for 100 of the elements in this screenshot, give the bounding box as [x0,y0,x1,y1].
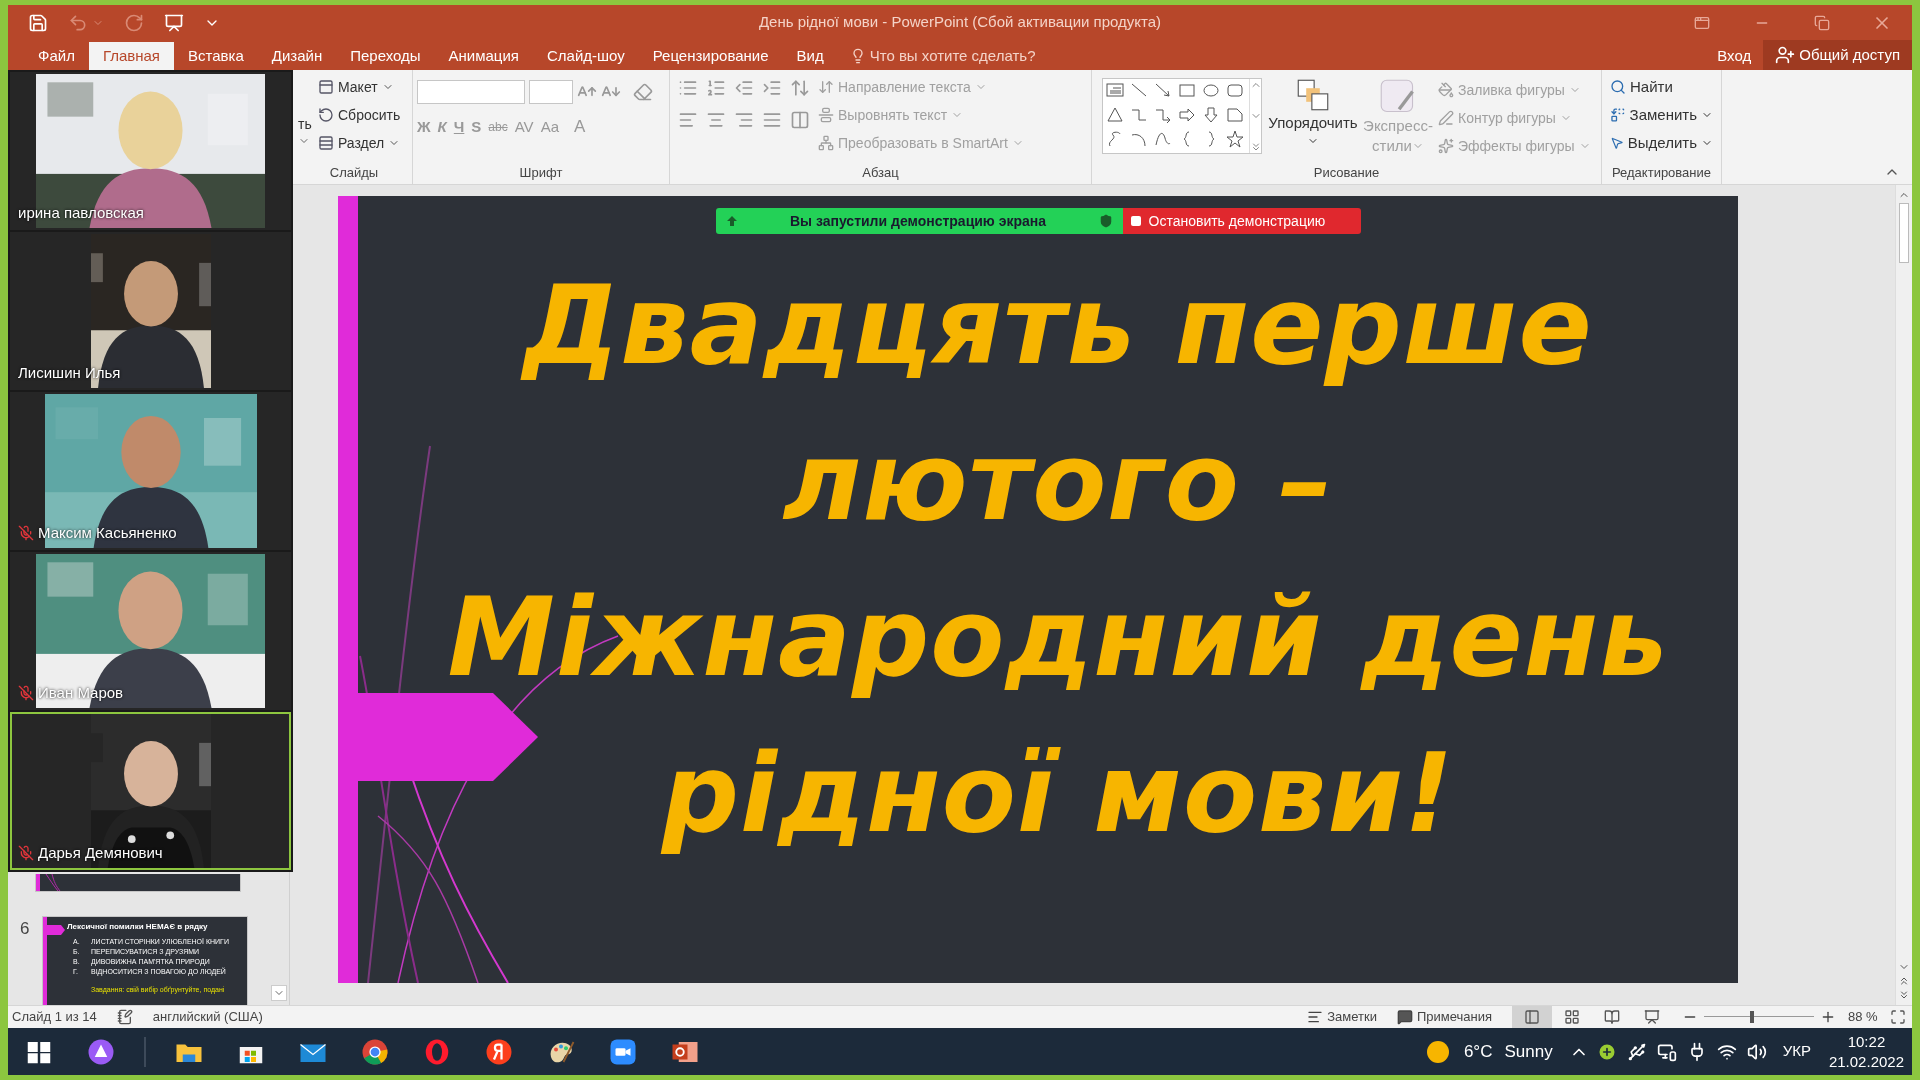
new-slide-label[interactable]: ть [298,114,312,135]
spelling-icon[interactable] [116,1009,133,1025]
ribbon-tab[interactable]: Главная [88,42,174,70]
ribbon-tab[interactable]: Анимация [434,42,533,70]
decrease-indent-icon[interactable] [734,78,754,98]
star-icon[interactable] [1225,129,1245,149]
search-icon [1610,79,1626,95]
arrange-button[interactable]: Упорядочить [1268,112,1358,135]
group-label: Абзац [862,164,899,183]
align-center-icon[interactable] [706,110,726,130]
sun-icon [1425,1039,1450,1064]
ribbon-button[interactable]: Выделить [1627,131,1697,155]
slideshow-view-icon [1644,1009,1660,1025]
sign-in-link[interactable]: Вход [1705,42,1764,70]
text-direction-icon [818,79,834,95]
ribbon-button[interactable]: Раздел [338,132,385,154]
group-label: Слайды [329,164,379,183]
ribbon-tab[interactable]: Файл [24,42,89,70]
slide-title: лютого – [782,418,1334,546]
clock-date[interactable]: 21.02.2022 [1828,1051,1904,1072]
zoom-level[interactable]: 88 % [1848,1007,1884,1027]
smartart-icon [818,135,834,151]
down-arrow-icon[interactable] [1201,105,1221,125]
sorter-view-icon [1564,1009,1580,1025]
increase-indent-icon[interactable] [762,78,782,98]
side-lines-drawing [36,874,61,891]
comments-button[interactable]: Примечания [1416,1007,1492,1027]
next-slide-icon[interactable] [1898,989,1910,1001]
plus-circle-icon[interactable] [1596,1041,1617,1062]
video-tile[interactable]: Дарья Демянович [10,712,291,870]
thumbnail-title: Лексичної помилки НЕМАЄ в рядку [67,921,209,933]
notes-icon [1307,1009,1324,1025]
arrange-icon[interactable] [1296,78,1330,112]
normal-view-button[interactable] [1512,1005,1552,1029]
align-right-icon[interactable] [734,110,754,130]
share-status: Вы запустили демонстрацию экрана [788,211,1048,231]
restore-icon[interactable] [1814,14,1830,31]
share-button[interactable]: Общий доступ [1763,40,1912,70]
format-button[interactable]: abc [488,117,508,136]
slide-title: рідної мови! [661,730,1455,858]
section-icon [318,135,334,151]
ribbon-button[interactable]: Макет [338,76,378,98]
redo-icon[interactable] [124,12,144,33]
slide-number: 6 [20,918,31,940]
sparkles-icon [1438,138,1454,154]
zoom-slider[interactable] [1704,1011,1814,1023]
ribbon-button[interactable]: Заменить [1629,103,1697,127]
clock-time[interactable]: 10:22 [1847,1031,1886,1052]
stop-icon[interactable] [1130,216,1141,226]
justify-icon[interactable] [762,110,782,130]
ribbon-tab[interactable]: Рецензирование [638,42,783,70]
shield-icon [1098,214,1113,228]
slide-counter: Слайд 1 из 14 [11,1008,97,1027]
align-text-icon [818,107,834,123]
tell-me-field[interactable]: Что вы хотите сделать? [869,44,1036,68]
zoom-thumb[interactable] [1750,1011,1755,1023]
user-plus-icon [1775,45,1796,65]
pen-icon [1438,110,1454,126]
layout-icon [318,79,334,95]
bullets-icon[interactable] [678,78,698,98]
ribbon-button[interactable]: Сбросить [338,104,401,126]
columns-icon[interactable] [790,110,810,130]
group-label: Редактирование [1612,164,1711,183]
ribbon-tab[interactable]: Вид [782,42,838,70]
input-language[interactable]: УКР [1782,1040,1811,1063]
align-left-icon[interactable] [678,110,698,130]
line-spacing-icon[interactable] [790,78,810,98]
presentation-icon[interactable] [164,12,184,33]
group-label: Шрифт [519,164,563,183]
slide-thumbnail[interactable] [35,874,241,892]
group-label: Рисование [1313,164,1380,183]
notes-button[interactable]: Заметки [1327,1007,1377,1027]
paint-bucket-icon [1438,82,1454,98]
replace-icon [1610,107,1626,123]
arrow-up-icon [725,215,738,227]
ribbon-options-icon[interactable] [1694,14,1710,31]
language-indicator[interactable]: английский (США) [152,1007,263,1027]
triangle-icon[interactable] [1105,105,1125,125]
fit-slide-icon[interactable] [1890,1009,1906,1025]
ribbon-tab[interactable]: Вставка [174,42,258,70]
pointer-icon [1610,135,1624,151]
ribbon-tab[interactable]: Слайд-шоу [532,42,639,70]
scroll-thumb[interactable] [1899,203,1909,263]
participant-name: Дарья Демянович [38,842,163,863]
ribbon-tab[interactable]: Переходы [336,42,435,70]
ribbon-button[interactable]: Найти [1630,75,1673,99]
zoom-in-icon[interactable] [1820,1009,1836,1025]
numbering-icon[interactable] [706,78,726,98]
clear-format-icon[interactable] [633,82,653,102]
volume-icon[interactable] [1746,1041,1767,1062]
usb-icon[interactable] [1626,1041,1647,1062]
shapes-gallery[interactable] [1102,78,1262,154]
window-title: День рідної мови - PowerPoint (Сбой активации продукта) [758,12,1162,33]
ribbon-tab[interactable]: Дизайн [257,42,337,70]
reset-icon [318,107,334,123]
slide-title: Міжнародний день [447,574,1669,702]
undo-icon[interactable] [68,12,88,33]
save-icon[interactable] [28,12,48,33]
weather-condition: Sunny [1504,1040,1553,1063]
previous-slide-icon[interactable] [1898,975,1910,987]
